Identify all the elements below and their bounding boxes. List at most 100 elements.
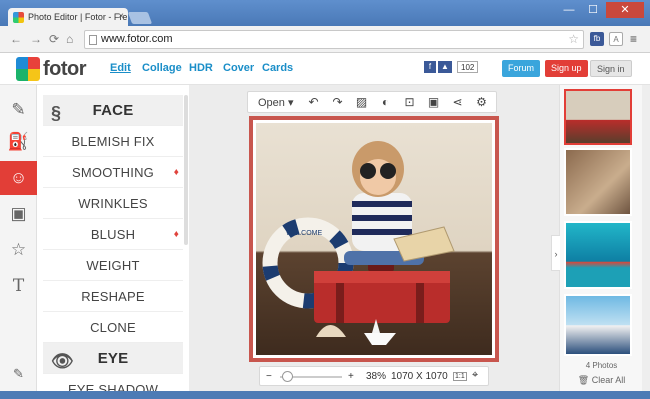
app-header: fotor Edit Collage HDR Cover Cards f ▲ 1…: [0, 53, 650, 85]
open-label: Open: [258, 96, 285, 109]
page-icon: [89, 35, 97, 45]
back-icon[interactable]: ←: [10, 32, 22, 46]
brand-name: fotor: [43, 57, 87, 80]
rail-effects[interactable]: ⛽: [0, 125, 37, 159]
edited-photo[interactable]: WELCOME: [256, 123, 492, 355]
clear-all-button[interactable]: 🗑 Clear All: [560, 375, 643, 386]
zoom-bar: − + 38% 1070 X 1070 1:1 ⌖: [259, 366, 489, 386]
bookmark-star-icon[interactable]: ☆: [568, 32, 579, 46]
edit-icon: ✎: [13, 366, 24, 381]
menu-hdr[interactable]: HDR: [189, 62, 213, 74]
tool-label: EYE SHADOW: [67, 382, 159, 391]
tool-reshape[interactable]: RESHAPE: [43, 281, 183, 312]
forum-button[interactable]: Forum: [502, 60, 541, 77]
rail-beauty[interactable]: ☺: [0, 161, 37, 195]
tool-eye-shadow[interactable]: EYE SHADOW: [43, 374, 183, 391]
strip-scrollbar[interactable]: [642, 85, 650, 391]
maximize-button[interactable]: ☐: [582, 2, 604, 18]
category-label: EYE: [97, 350, 129, 367]
clear-all-label: Clear All: [591, 375, 626, 385]
collapse-strip-button[interactable]: ›: [551, 235, 560, 271]
browser-toolbar: ← → ⟳ ⌂ www.fotor.com ☆ fb A ≡: [0, 26, 650, 53]
zoom-slider-knob[interactable]: [282, 371, 293, 382]
tool-label: BLUSH: [90, 227, 136, 242]
facebook-icon[interactable]: f: [424, 61, 436, 73]
tab-close-icon[interactable]: ×: [118, 11, 124, 22]
tool-weight[interactable]: WEIGHT: [43, 250, 183, 281]
tool-smoothing[interactable]: SMOOTHING ♦: [43, 157, 183, 188]
rail-feedback[interactable]: ✎: [0, 357, 37, 391]
reload-icon[interactable]: ⟳: [49, 32, 59, 46]
tool-clone[interactable]: CLONE: [43, 312, 183, 343]
image-dimensions: 1070 X 1070: [391, 371, 448, 382]
settings-gear-icon[interactable]: ⚙: [470, 95, 494, 109]
menu-cover[interactable]: Cover: [223, 62, 254, 74]
brush-icon: ✎: [11, 100, 26, 119]
address-bar[interactable]: www.fotor.com ☆: [84, 30, 584, 49]
redo-icon[interactable]: ↷: [326, 95, 350, 109]
title-bar: Photo Editor | Fotor - Fre × — ☐ ✕: [0, 0, 650, 27]
menu-cards[interactable]: Cards: [262, 62, 293, 74]
fit-screen-icon[interactable]: ⌖: [472, 369, 478, 382]
eye-icon: 👁: [51, 351, 75, 371]
zoom-in-icon[interactable]: +: [348, 371, 354, 382]
photo-frame: WELCOME: [249, 116, 499, 362]
photo-illustration: WELCOME: [262, 141, 455, 345]
canvas-toolbar: Open ▾ ↶ ↷ ▨ ◐ ⊡ ▣ ⋖ ⚙: [247, 91, 497, 113]
screenshot-icon[interactable]: ⊡: [398, 95, 422, 109]
undo-icon[interactable]: ↶: [302, 95, 326, 109]
tool-blush[interactable]: BLUSH ♦: [43, 219, 183, 250]
canvas-area: Open ▾ ↶ ↷ ▨ ◐ ⊡ ▣ ⋖ ⚙ WELCOME − + 38% 1…: [189, 85, 559, 391]
tool-label: BLEMISH FIX: [71, 134, 155, 149]
new-tab-button[interactable]: [127, 12, 153, 24]
signin-button[interactable]: Sign in: [590, 60, 632, 77]
tool-rail: ✎ ⛽ ☺ ▣ ☆ T ✎: [0, 85, 37, 391]
close-window-button[interactable]: ✕: [606, 2, 644, 18]
open-dropdown[interactable]: Open ▾: [248, 96, 302, 109]
tool-label: WEIGHT: [86, 258, 140, 273]
photo-thumb-1[interactable]: [564, 89, 632, 145]
save-icon[interactable]: ▣: [422, 95, 446, 109]
browser-tab[interactable]: Photo Editor | Fotor - Fre ×: [8, 8, 128, 27]
rail-stickers[interactable]: ☆: [0, 233, 37, 267]
category-eye: 👁 EYE: [43, 343, 183, 374]
actual-size-button[interactable]: 1:1: [453, 372, 467, 381]
panel-scrollbar[interactable]: [184, 95, 188, 245]
share-count: 102: [457, 61, 479, 73]
rail-basic-edit[interactable]: ✎: [0, 93, 37, 127]
rail-text[interactable]: T: [0, 269, 37, 303]
chrome-menu-icon[interactable]: ≡: [630, 32, 637, 46]
menu-collage[interactable]: Collage: [142, 62, 182, 74]
url-text: www.fotor.com: [101, 33, 173, 45]
photo-count: 4 Photos: [585, 361, 618, 370]
tab-title: Photo Editor | Fotor - Fre: [28, 12, 128, 22]
signup-button[interactable]: Sign up: [545, 60, 588, 77]
forward-icon[interactable]: →: [30, 32, 42, 46]
tool-wrinkles[interactable]: WRINKLES: [43, 188, 183, 219]
rail-frames[interactable]: ▣: [0, 197, 37, 231]
text-icon: T: [12, 276, 25, 296]
share-icon[interactable]: ⋖: [446, 95, 470, 109]
menu-edit[interactable]: Edit: [110, 62, 131, 74]
photo-thumb-4[interactable]: [564, 294, 632, 356]
image-icon[interactable]: ▨: [350, 95, 374, 109]
photo-strip: › 4 Photos 🗑 Clear All: [551, 85, 643, 391]
like-icon[interactable]: ▲: [438, 61, 452, 73]
face-profile-icon: §: [51, 103, 62, 123]
zoom-value: 38%: [366, 371, 387, 382]
category-face: § FACE: [43, 95, 183, 126]
tool-blemish-fix[interactable]: BLEMISH FIX: [43, 126, 183, 157]
compare-icon[interactable]: ◐: [374, 95, 398, 109]
photo-thumb-3[interactable]: [564, 221, 632, 289]
photo-thumb-2[interactable]: [564, 148, 632, 216]
tool-label: SMOOTHING: [72, 165, 154, 180]
paint-bucket-icon: ⛽: [7, 132, 30, 151]
home-icon[interactable]: ⌂: [66, 32, 73, 46]
ext-shield-icon[interactable]: A: [609, 32, 623, 46]
fotor-logo[interactable]: fotor: [16, 57, 87, 81]
minimize-button[interactable]: —: [558, 2, 580, 18]
zoom-out-icon[interactable]: −: [266, 371, 272, 382]
beauty-panel: § FACE BLEMISH FIX SMOOTHING ♦ WRINKLES B…: [37, 85, 189, 391]
category-label: FACE: [92, 102, 134, 119]
ext-fb-icon[interactable]: fb: [590, 32, 604, 46]
